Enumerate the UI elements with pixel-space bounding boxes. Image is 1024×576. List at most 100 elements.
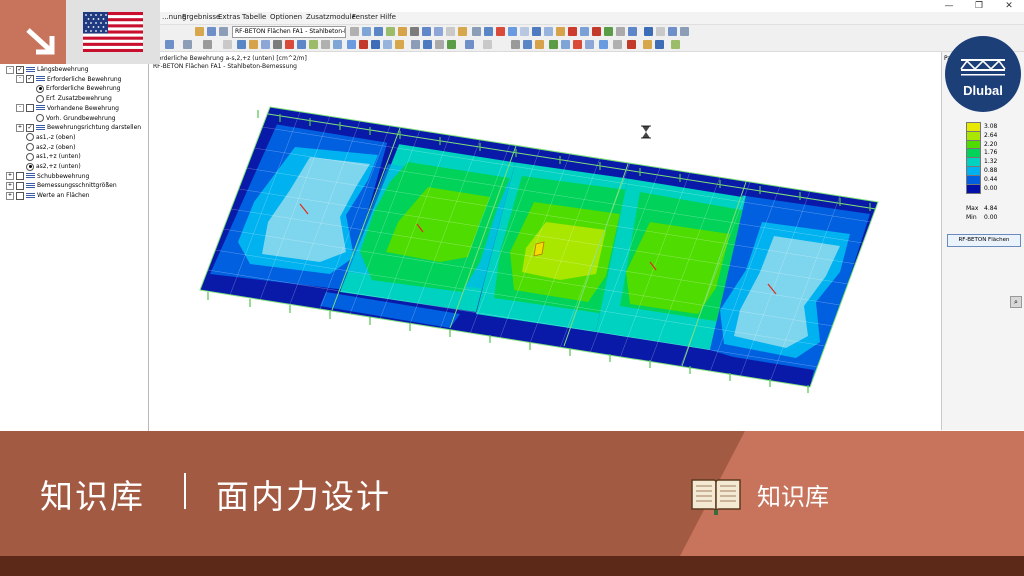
toolbar-button[interactable]	[321, 40, 330, 49]
menu-item-tabelle[interactable]: Tabelle	[242, 13, 266, 21]
toolbar-button[interactable]	[656, 27, 665, 36]
expand-icon[interactable]: +	[6, 172, 14, 181]
menu-item-hilfe[interactable]: Hilfe	[380, 13, 396, 21]
toolbar-button[interactable]	[532, 27, 541, 36]
expand-icon[interactable]: +	[6, 191, 14, 200]
collapse-icon[interactable]: -	[6, 65, 14, 74]
navigator-item[interactable]: - ✓ Erforderliche Bewehrung	[16, 75, 122, 84]
toolbar-button[interactable]	[347, 40, 356, 49]
toolbar-button[interactable]	[668, 27, 677, 36]
toolbar-button[interactable]	[643, 40, 652, 49]
toolbar-button[interactable]	[386, 27, 395, 36]
toolbar-button[interactable]	[219, 27, 228, 36]
toolbar-button[interactable]	[423, 40, 432, 49]
restore-icon[interactable]: ❐	[964, 0, 994, 12]
toolbar-button[interactable]	[249, 40, 258, 49]
toolbar-button[interactable]	[644, 27, 653, 36]
navigator-item[interactable]: + ✓ Bewehrungsrichtung darstellen	[16, 123, 141, 132]
checkbox[interactable]	[16, 172, 24, 181]
close-icon[interactable]: ✕	[994, 0, 1024, 12]
toolbar-button[interactable]	[561, 40, 570, 49]
toolbar-button[interactable]	[223, 40, 232, 49]
checkbox[interactable]	[26, 104, 34, 113]
toolbar-button[interactable]	[458, 27, 467, 36]
toolbar-button[interactable]	[297, 40, 306, 49]
toolbar-button[interactable]	[350, 27, 359, 36]
toolbar-button[interactable]	[183, 40, 192, 49]
collapse-icon[interactable]: -	[16, 75, 24, 84]
toolbar-button[interactable]	[568, 27, 577, 36]
toolbar-button[interactable]	[359, 40, 368, 49]
navigator-item[interactable]: + Werte an Flächen	[6, 191, 89, 200]
language-badge[interactable]	[66, 0, 160, 64]
toolbar-button[interactable]	[496, 27, 505, 36]
module-combo[interactable]: RF-BETON Flächen FA1 - Stahlbeton-Be	[232, 26, 346, 38]
toolbar-button[interactable]	[483, 40, 492, 49]
toolbar-button[interactable]	[261, 40, 270, 49]
navigator-item[interactable]: Vorh. Grundbewehrung	[26, 114, 116, 123]
radio-button[interactable]	[26, 162, 34, 171]
toolbar-button[interactable]	[333, 40, 342, 49]
model-workspace[interactable]: rforderliche Bewehrung a-s,2,+z (unten) …	[150, 52, 940, 430]
radio-button[interactable]	[36, 94, 44, 103]
toolbar-button[interactable]	[616, 27, 625, 36]
menu-item-fenster[interactable]: Fenster	[352, 13, 378, 21]
radio-button[interactable]	[36, 114, 44, 122]
expand-icon[interactable]: +	[6, 181, 14, 190]
menu-item-zusatzmodule[interactable]: Zusatzmodule	[306, 13, 356, 21]
checkbox[interactable]: ✓	[26, 123, 34, 132]
toolbar-button[interactable]	[573, 40, 582, 49]
toolbar-button[interactable]	[592, 27, 601, 36]
zoom-icon[interactable]: ⌕	[1010, 296, 1022, 308]
navigator-item[interactable]: as2,-z (oben)	[16, 143, 75, 152]
toolbar-button[interactable]	[165, 40, 174, 49]
toolbar-button[interactable]	[556, 27, 565, 36]
menu-item-extras[interactable]: Extras	[218, 13, 240, 21]
toolbar-button[interactable]	[371, 40, 380, 49]
toolbar-button[interactable]	[472, 27, 481, 36]
menu-item-optionen[interactable]: Optionen	[270, 13, 302, 21]
plate-contour-plot[interactable]	[150, 52, 940, 430]
toolbar-button[interactable]	[362, 27, 371, 36]
toolbar-button[interactable]	[434, 27, 443, 36]
navigator-item[interactable]: + Bemessungsschnittgrößen	[6, 181, 117, 190]
toolbar-button[interactable]	[585, 40, 594, 49]
toolbar-button[interactable]	[398, 27, 407, 36]
toolbar-button[interactable]	[511, 40, 520, 49]
menu-item-ergebnisse[interactable]: Ergebnisse	[182, 13, 220, 21]
checkbox[interactable]: ✓	[26, 75, 34, 84]
toolbar-button[interactable]	[544, 27, 553, 36]
toolbar-button[interactable]	[671, 40, 680, 49]
toolbar-button[interactable]	[535, 40, 544, 49]
toolbar-button[interactable]	[465, 40, 474, 49]
toolbar-button[interactable]	[422, 27, 431, 36]
toolbar-button[interactable]	[447, 40, 456, 49]
navigator-item[interactable]: Erforderliche Bewehrung	[26, 84, 121, 93]
toolbar-button[interactable]	[549, 40, 558, 49]
toolbar-button[interactable]	[523, 40, 532, 49]
toolbar-button[interactable]	[599, 40, 608, 49]
toolbar-button[interactable]	[680, 27, 689, 36]
toolbar-button[interactable]	[484, 27, 493, 36]
checkbox[interactable]	[16, 191, 24, 200]
radio-button[interactable]	[26, 143, 34, 152]
navigator-item[interactable]: - Vorhandene Bewehrung	[16, 104, 119, 113]
toolbar-button[interactable]	[613, 40, 622, 49]
toolbar-button[interactable]	[508, 27, 517, 36]
navigator-item[interactable]: as1,-z (oben)	[16, 133, 75, 142]
toolbar-button[interactable]	[207, 27, 216, 36]
collapse-icon[interactable]: -	[16, 104, 24, 113]
navigator-item[interactable]: as1,+z (unten)	[16, 152, 81, 161]
expand-icon[interactable]: +	[16, 123, 24, 132]
toolbar-button[interactable]	[374, 27, 383, 36]
rf-beton-flaechen-button[interactable]: RF-BETON Flächen	[947, 234, 1021, 247]
radio-button[interactable]	[36, 84, 44, 93]
minimize-icon[interactable]: —	[934, 0, 964, 12]
toolbar-button[interactable]	[237, 40, 246, 49]
toolbar-button[interactable]	[383, 40, 392, 49]
toolbar-button[interactable]	[435, 40, 444, 49]
toolbar-button[interactable]	[273, 40, 282, 49]
toolbar-button[interactable]	[411, 40, 420, 49]
toolbar-button[interactable]	[395, 40, 404, 49]
toolbar-button[interactable]	[604, 27, 613, 36]
